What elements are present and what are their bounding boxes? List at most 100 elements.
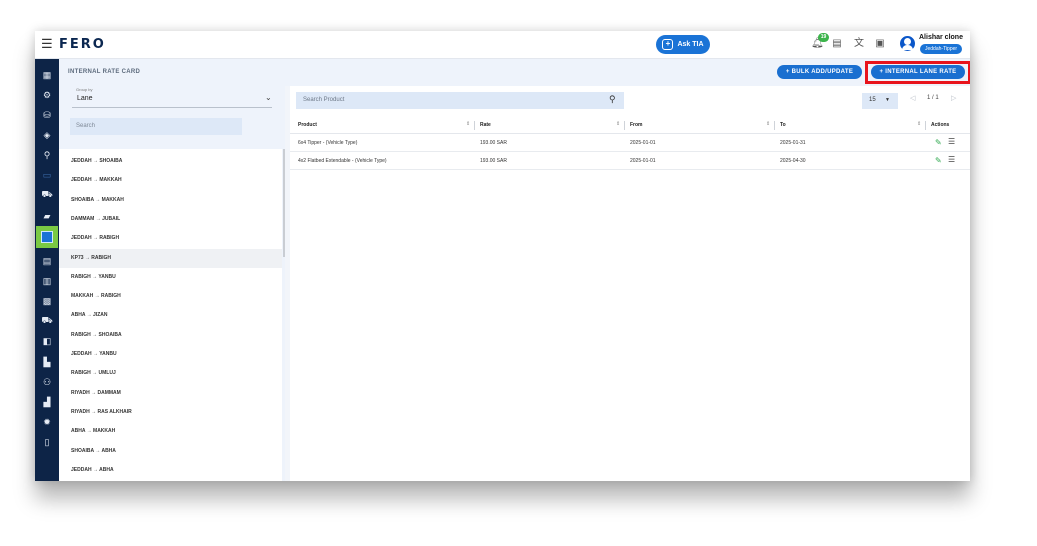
page-size-select[interactable]: 15 ▼ [862, 93, 898, 109]
building-icon[interactable]: ▙ [35, 353, 59, 371]
lane-list-item[interactable]: RABIGH → UMLUJ [59, 364, 282, 383]
lane-list: JEDDAH → SHOAIBA JEDDAH → MAKKAH SHOAIBA →… [59, 149, 282, 481]
notification-badge: 19 [818, 33, 829, 42]
list-details-icon[interactable]: ☰ [948, 137, 955, 146]
column-header-product[interactable]: Product [298, 122, 317, 128]
lane-list-item[interactable]: DAMMAM → JUBAIL [59, 210, 282, 229]
page-info: 1 / 1 [927, 95, 939, 101]
card-icon[interactable]: ▩ [35, 292, 59, 310]
edit-icon[interactable]: ✎ [935, 138, 942, 147]
route-icon[interactable]: ⚲ [35, 146, 59, 164]
reports-icon[interactable]: ▟ [35, 393, 59, 411]
message-icon[interactable]: ▤ [831, 38, 843, 50]
internal-lane-rate-button[interactable]: + INTERNAL LANE RATE [871, 65, 965, 79]
from-cell: 2025-01-01 [630, 158, 656, 164]
table-row[interactable]: 6x4 Tipper - (Vehicle Type) 193.00 SAR 2… [290, 135, 970, 152]
user-role-badge[interactable]: Jeddah-Tipper [920, 44, 963, 54]
sort-icon[interactable]: ⇕ [766, 121, 770, 127]
lane-list-item[interactable]: MAKKAH → RABIGH [59, 287, 282, 306]
caret-down-icon: ▼ [885, 97, 890, 103]
table-header: Product ⇕ Rate ⇕ From ⇕ To ⇕ Actions [290, 117, 970, 134]
sort-icon[interactable]: ⇕ [917, 121, 921, 127]
user-avatar-icon[interactable] [900, 36, 915, 51]
lane-list-item[interactable]: ABHA → MAKKAH [59, 422, 282, 441]
next-page-icon[interactable]: ▷ [951, 94, 956, 102]
map-pin-icon[interactable]: ◈ [35, 126, 59, 144]
truck-icon[interactable]: ⛟ [35, 186, 59, 204]
lane-list-item[interactable]: SHOAIBA → MAKKAH [59, 191, 282, 210]
invoice-icon[interactable]: ▥ [35, 272, 59, 290]
wallet-icon[interactable]: ▣ [874, 38, 886, 50]
lane-list-item[interactable]: JEDDAH → ABHA [59, 461, 282, 480]
lane-list-item[interactable]: RIYADH → RAS ALKHAIR [59, 403, 282, 422]
page-size-value: 15 [869, 97, 876, 103]
rate-cell: 193.00 SAR [480, 158, 507, 164]
lane-panel: Group by Lane ⌄ Search JEDDAH → SHOAIBA J… [59, 86, 285, 481]
to-cell: 2025-04-30 [780, 158, 806, 164]
lane-list-item[interactable]: ABHA → JIZAN [59, 306, 282, 325]
page-title: INTERNAL RATE CARD [68, 69, 141, 75]
edit-icon[interactable]: ✎ [935, 156, 942, 165]
rate-table-panel: Search Product ⚲ 15 ▼ ◁ 1 / 1 ▷ Product … [290, 86, 970, 481]
lane-search-input[interactable]: Search [70, 118, 242, 135]
column-header-rate[interactable]: Rate [480, 122, 491, 128]
search-icon[interactable]: ⚲ [609, 94, 616, 105]
to-cell: 2025-01-31 [780, 140, 806, 146]
lane-list-item[interactable]: RABIGH → SHOAIBA [59, 326, 282, 345]
rate-cell: 193.00 SAR [480, 140, 507, 146]
document-icon[interactable]: ▤ [35, 252, 59, 270]
chevron-down-icon[interactable]: ⌄ [265, 93, 272, 102]
translate-icon[interactable]: 文 [853, 38, 865, 50]
lane-list-item[interactable]: JEDDAH → MAKKAH [59, 171, 282, 190]
column-header-to[interactable]: To [780, 122, 786, 128]
settings-icon[interactable]: ✹ [35, 413, 59, 431]
column-divider [474, 121, 475, 130]
column-header-from[interactable]: From [630, 122, 643, 128]
fleet-icon[interactable]: ▭ [35, 166, 59, 184]
product-search-placeholder: Search Product [303, 97, 345, 103]
column-divider [774, 121, 775, 130]
app-logo[interactable]: FERO [59, 37, 106, 52]
lane-list-item[interactable]: KP73 → RABIGH [59, 248, 282, 268]
dashboard-icon[interactable]: ▦ [35, 66, 59, 84]
top-bar: ☰ FERO + Ask TIA 🔔︎ 19 ▤ 文 ▣ Alishar clo… [35, 31, 970, 59]
payment-icon[interactable]: ◧ [35, 332, 59, 350]
lane-list-item[interactable]: JEDDAH → SHOAIBA [59, 152, 282, 171]
from-cell: 2025-01-01 [630, 140, 656, 146]
user-name[interactable]: Alishar clone [919, 34, 963, 41]
logo-text: FERO [59, 37, 106, 52]
lane-list-item[interactable]: RABIGH → YANBU [59, 268, 282, 287]
group-by-select[interactable]: Lane [77, 95, 93, 102]
bulk-add-update-button[interactable]: + BULK ADD/UPDATE [777, 65, 862, 79]
lane-list-item[interactable]: JEDDAH → RABIGH [59, 229, 282, 248]
delivery-icon[interactable]: ⛟ [35, 312, 59, 330]
column-divider [925, 121, 926, 130]
sort-icon[interactable]: ⇕ [616, 121, 620, 127]
lane-list-item[interactable]: JEDDAH → YANBU [59, 345, 282, 364]
column-header-actions: Actions [931, 122, 950, 128]
table-row[interactable]: 4x2 Flatbed Extendable - (Vehicle Type) … [290, 153, 970, 170]
ask-tia-button[interactable]: + Ask TIA [656, 35, 710, 54]
group-by-underline [72, 107, 272, 108]
mobile-icon[interactable]: ▯ [35, 433, 59, 451]
lane-list-item[interactable]: RIYADH → DAMMAM [59, 384, 282, 403]
hamburger-menu-icon[interactable]: ☰ [41, 37, 55, 51]
chat-bot-icon: + [662, 39, 674, 50]
shipments-icon[interactable]: ⛁ [35, 106, 59, 124]
column-divider [624, 121, 625, 130]
orders-icon[interactable]: ⚙︎ [35, 86, 59, 104]
rate-card-icon[interactable] [36, 226, 58, 248]
product-cell: 6x4 Tipper - (Vehicle Type) [298, 140, 358, 146]
users-icon[interactable]: ⚇ [35, 373, 59, 391]
ask-tia-label: Ask TIA [677, 41, 704, 48]
sort-icon[interactable]: ⇕ [466, 121, 470, 127]
left-nav: ▦ ⚙︎ ⛁ ◈ ⚲ ▭ ⛟ ▰ ▤ ▥ ▩ ⛟ ◧ ▙ ⚇ ▟ ✹ ▯ [35, 59, 59, 481]
lane-list-scrollbar[interactable] [283, 149, 285, 257]
lane-list-item[interactable]: SHOAIBA → ABHA [59, 442, 282, 461]
lane-search-placeholder: Search [76, 123, 96, 129]
list-details-icon[interactable]: ☰ [948, 155, 955, 164]
product-search-input[interactable]: Search Product ⚲ [296, 92, 624, 109]
app-window: ☰ FERO + Ask TIA 🔔︎ 19 ▤ 文 ▣ Alishar clo… [35, 31, 970, 481]
billing-icon[interactable]: ▰ [35, 207, 59, 225]
previous-page-icon[interactable]: ◁ [910, 94, 915, 102]
